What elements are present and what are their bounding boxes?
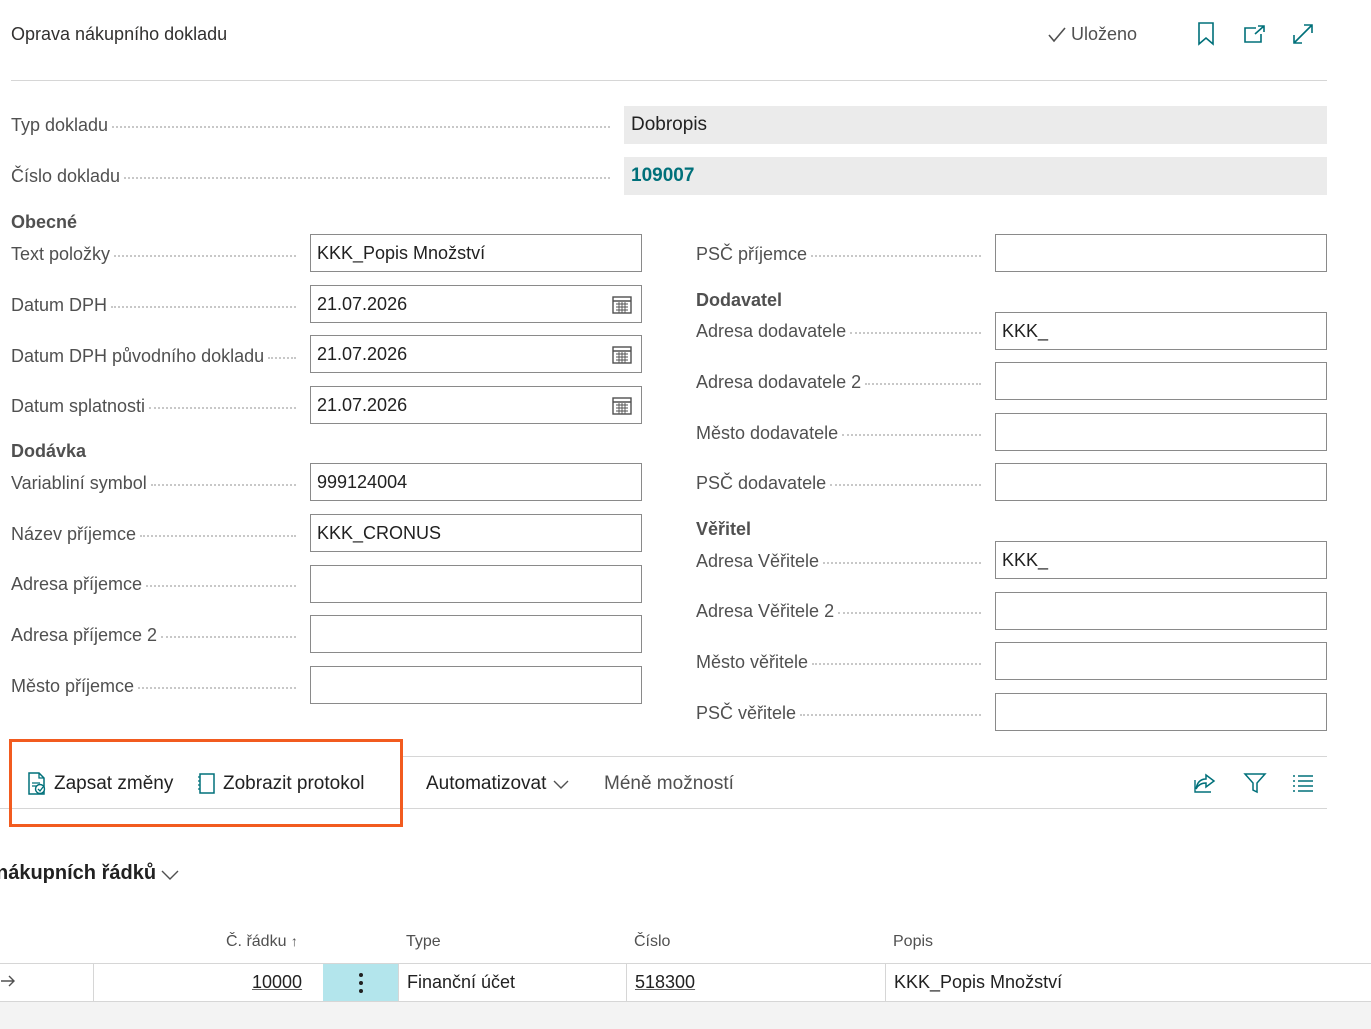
- field-label-psc-prijemce: PSČ příjemce: [696, 235, 995, 273]
- field-label-variabilni-symbol: Variabliní symbol: [11, 464, 310, 502]
- calendar-icon[interactable]: [612, 396, 632, 415]
- cell-type[interactable]: Finanční účet: [407, 972, 515, 993]
- datum-dph-input[interactable]: 21.07.2026: [310, 285, 642, 323]
- list-view-icon[interactable]: [1288, 768, 1318, 798]
- chevron-down-icon: [553, 780, 569, 789]
- field-label-adresa-dodavatele-2: Adresa dodavatele 2: [696, 363, 995, 401]
- section-dodavka: Dodávka: [11, 441, 87, 461]
- write-changes-button[interactable]: Zapsat změny: [26, 770, 173, 798]
- psc-prijemce-input[interactable]: [995, 234, 1327, 272]
- log-icon: [198, 773, 215, 794]
- saved-status: Uloženo: [1047, 24, 1137, 45]
- calendar-icon[interactable]: [612, 345, 632, 364]
- datum-dph-value: 21.07.2026: [317, 293, 408, 314]
- more-options-icon: [358, 972, 363, 993]
- fewer-options-button[interactable]: Méně možností: [604, 770, 734, 798]
- adresa-dodavatele-input[interactable]: KKK_: [995, 312, 1327, 350]
- row-pointer-icon: [0, 973, 16, 994]
- field-label-adresa-prijemce: Adresa příjemce: [11, 565, 310, 603]
- grid-footer: [0, 1002, 1371, 1029]
- share-icon[interactable]: [1190, 768, 1220, 798]
- action-bar-divider-top: [402, 756, 1327, 757]
- field-label-mesto-prijemce: Město příjemce: [11, 667, 310, 705]
- column-header-description[interactable]: Popis: [893, 933, 933, 951]
- field-label-typ-dokladu: Typ dokladu: [11, 106, 624, 144]
- section-obecne: Obecné: [11, 212, 78, 232]
- section-dodavatel: Dodavatel: [696, 290, 783, 310]
- field-label-adresa-veritele-2: Adresa Věřitele 2: [696, 592, 995, 630]
- field-label-mesto-dodavatele: Město dodavatele: [696, 414, 995, 452]
- datum-dph-puvodniho-input[interactable]: 21.07.2026: [310, 335, 642, 373]
- expand-icon[interactable]: [1290, 20, 1316, 48]
- nazev-prijemce-input[interactable]: KKK_CRONUS: [310, 514, 642, 552]
- cell-line-no[interactable]: 10000: [252, 972, 302, 993]
- text-polozky-input[interactable]: KKK_Popis Množství: [310, 234, 642, 272]
- mesto-dodavatele-input[interactable]: [995, 413, 1327, 451]
- field-label-psc-veritele: PSČ věřitele: [696, 694, 995, 732]
- automate-menu[interactable]: Automatizovat: [426, 770, 570, 798]
- adresa-dodavatele-2-input[interactable]: [995, 362, 1327, 400]
- cislo-dokladu-value[interactable]: 109007: [624, 157, 1327, 195]
- field-label-cislo-dokladu: Číslo dokladu: [11, 157, 624, 195]
- mesto-veritele-input[interactable]: [995, 642, 1327, 680]
- fewer-options-label: Méně možností: [604, 773, 734, 794]
- grid-divider-top: [0, 963, 1371, 964]
- datum-splatnosti-input[interactable]: 21.07.2026: [310, 386, 642, 424]
- adresa-veritele-2-input[interactable]: [995, 592, 1327, 630]
- checkmark-icon: [1048, 26, 1066, 42]
- grid-column-divider: [93, 963, 94, 1001]
- adresa-prijemce-2-input[interactable]: [310, 615, 642, 653]
- field-label-datum-dph-puvodniho: Datum DPH původního dokladu: [11, 337, 310, 375]
- field-label-adresa-dodavatele: Adresa dodavatele: [696, 312, 995, 350]
- field-label-adresa-prijemce-2: Adresa příjemce 2: [11, 616, 310, 654]
- datum-dph-puvodniho-value: 21.07.2026: [317, 343, 408, 364]
- column-header-number[interactable]: Číslo: [634, 933, 670, 951]
- cell-number[interactable]: 518300: [635, 972, 695, 993]
- bookmark-icon[interactable]: [1193, 20, 1219, 48]
- filter-icon[interactable]: [1240, 768, 1270, 798]
- chevron-down-icon: [161, 870, 179, 880]
- show-log-button[interactable]: Zobrazit protokol: [197, 770, 365, 798]
- mesto-prijemce-input[interactable]: [310, 666, 642, 704]
- open-new-window-icon[interactable]: [1241, 20, 1267, 48]
- automate-label: Automatizovat: [426, 773, 547, 794]
- page-title: Oprava nákupního dokladu: [11, 24, 228, 44]
- saved-label: Uloženo: [1071, 24, 1138, 44]
- post-changes-icon: [28, 772, 46, 795]
- section-veritel: Věřitel: [696, 519, 752, 539]
- calendar-icon[interactable]: [612, 295, 632, 314]
- adresa-veritele-input[interactable]: KKK_: [995, 541, 1327, 579]
- typ-dokladu-value: Dobropis: [624, 106, 1327, 144]
- write-changes-label: Zapsat změny: [54, 773, 174, 794]
- field-label-datum-splatnosti: Datum splatnosti: [11, 387, 310, 425]
- field-label-nazev-prijemce: Název příjemce: [11, 515, 310, 553]
- field-label-adresa-veritele: Adresa Věřitele: [696, 542, 995, 580]
- lines-title-label: nákupních řádků: [0, 862, 157, 884]
- adresa-prijemce-input[interactable]: [310, 565, 642, 603]
- grid-column-divider: [398, 963, 399, 1001]
- psc-dodavatele-input[interactable]: [995, 463, 1327, 501]
- grid-column-divider: [626, 963, 627, 1001]
- column-header-type[interactable]: Type: [406, 933, 441, 951]
- variabilni-symbol-input[interactable]: 999124004: [310, 463, 642, 501]
- column-header-line-no-label: Č. řádku: [226, 933, 287, 950]
- header-divider: [11, 80, 1327, 81]
- cell-description[interactable]: KKK_Popis Množství: [894, 972, 1062, 993]
- datum-splatnosti-value: 21.07.2026: [317, 394, 408, 415]
- psc-veritele-input[interactable]: [995, 693, 1327, 731]
- field-label-mesto-veritele: Město věřitele: [696, 643, 995, 681]
- field-label-datum-dph: Datum DPH: [11, 286, 310, 324]
- column-header-line-no[interactable]: Č. řádku ↑: [226, 933, 298, 951]
- show-log-label: Zobrazit protokol: [223, 773, 365, 794]
- lines-part-title[interactable]: nákupních řádků: [0, 862, 180, 885]
- field-label-psc-dodavatele: PSČ dodavatele: [696, 464, 995, 502]
- field-label-text-polozky: Text položky: [11, 235, 310, 273]
- sort-ascending-icon: ↑: [290, 933, 298, 949]
- row-actions-button[interactable]: [323, 964, 398, 1001]
- grid-column-divider: [885, 963, 886, 1001]
